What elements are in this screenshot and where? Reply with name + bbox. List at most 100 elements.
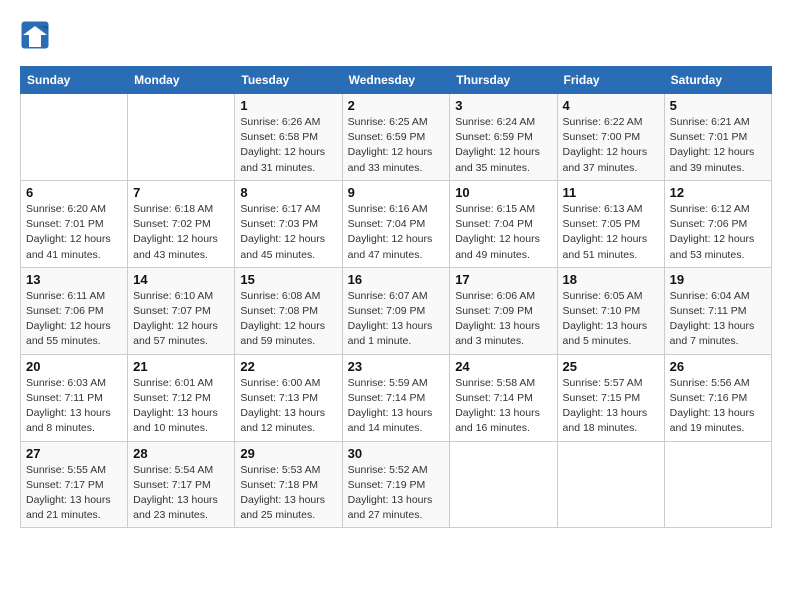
- day-number: 2: [348, 98, 445, 113]
- calendar-cell: 1 Sunrise: 6:26 AM Sunset: 6:58 PM Daylig…: [235, 94, 342, 181]
- day-detail: Sunrise: 5:59 AM Sunset: 7:14 PM Dayligh…: [348, 376, 445, 437]
- day-detail: Sunrise: 6:21 AM Sunset: 7:01 PM Dayligh…: [670, 115, 766, 176]
- calendar-cell: 23 Sunrise: 5:59 AM Sunset: 7:14 PM Dayli…: [342, 354, 450, 441]
- day-number: 8: [240, 185, 336, 200]
- day-detail: Sunrise: 6:04 AM Sunset: 7:11 PM Dayligh…: [670, 289, 766, 350]
- day-number: 24: [455, 359, 551, 374]
- day-number: 10: [455, 185, 551, 200]
- day-detail: Sunrise: 6:12 AM Sunset: 7:06 PM Dayligh…: [670, 202, 766, 263]
- calendar-cell: 18 Sunrise: 6:05 AM Sunset: 7:10 PM Dayli…: [557, 267, 664, 354]
- calendar-header: SundayMondayTuesdayWednesdayThursdayFrid…: [21, 67, 772, 94]
- calendar-cell: 11Sunrise: 6:13 AM Sunset: 7:05 PM Dayli…: [557, 180, 664, 267]
- day-number: 20: [26, 359, 122, 374]
- day-number: 19: [670, 272, 766, 287]
- day-detail: Sunrise: 5:52 AM Sunset: 7:19 PM Dayligh…: [348, 463, 445, 524]
- day-detail: Sunrise: 6:08 AM Sunset: 7:08 PM Dayligh…: [240, 289, 336, 350]
- week-row-5: 27 Sunrise: 5:55 AM Sunset: 7:17 PM Dayli…: [21, 441, 772, 528]
- calendar-cell: 30 Sunrise: 5:52 AM Sunset: 7:19 PM Dayli…: [342, 441, 450, 528]
- day-detail: Sunrise: 5:53 AM Sunset: 7:18 PM Dayligh…: [240, 463, 336, 524]
- day-number: 17: [455, 272, 551, 287]
- day-detail: Sunrise: 6:16 AM Sunset: 7:04 PM Dayligh…: [348, 202, 445, 263]
- day-detail: Sunrise: 6:05 AM Sunset: 7:10 PM Dayligh…: [563, 289, 659, 350]
- calendar-cell: 27 Sunrise: 5:55 AM Sunset: 7:17 PM Dayli…: [21, 441, 128, 528]
- day-number: 18: [563, 272, 659, 287]
- day-detail: Sunrise: 6:10 AM Sunset: 7:07 PM Dayligh…: [133, 289, 229, 350]
- day-detail: Sunrise: 6:18 AM Sunset: 7:02 PM Dayligh…: [133, 202, 229, 263]
- column-header-wednesday: Wednesday: [342, 67, 450, 94]
- day-detail: Sunrise: 6:00 AM Sunset: 7:13 PM Dayligh…: [240, 376, 336, 437]
- day-number: 25: [563, 359, 659, 374]
- calendar-cell: 8 Sunrise: 6:17 AM Sunset: 7:03 PM Daylig…: [235, 180, 342, 267]
- calendar-cell: 21 Sunrise: 6:01 AM Sunset: 7:12 PM Dayli…: [128, 354, 235, 441]
- day-number: 14: [133, 272, 229, 287]
- calendar-cell: 10 Sunrise: 6:15 AM Sunset: 7:04 PM Dayli…: [450, 180, 557, 267]
- calendar-cell: 6Sunrise: 6:20 AM Sunset: 7:01 PM Daylig…: [21, 180, 128, 267]
- column-header-saturday: Saturday: [664, 67, 771, 94]
- day-detail: Sunrise: 5:57 AM Sunset: 7:15 PM Dayligh…: [563, 376, 659, 437]
- day-detail: Sunrise: 6:20 AM Sunset: 7:01 PM Dayligh…: [26, 202, 122, 263]
- day-detail: Sunrise: 6:15 AM Sunset: 7:04 PM Dayligh…: [455, 202, 551, 263]
- week-row-1: 1 Sunrise: 6:26 AM Sunset: 6:58 PM Daylig…: [21, 94, 772, 181]
- calendar-cell: [557, 441, 664, 528]
- day-number: 3: [455, 98, 551, 113]
- column-header-monday: Monday: [128, 67, 235, 94]
- calendar-cell: 2 Sunrise: 6:25 AM Sunset: 6:59 PM Daylig…: [342, 94, 450, 181]
- day-number: 5: [670, 98, 766, 113]
- calendar-cell: 4 Sunrise: 6:22 AM Sunset: 7:00 PM Daylig…: [557, 94, 664, 181]
- calendar-cell: 22Sunrise: 6:00 AM Sunset: 7:13 PM Dayli…: [235, 354, 342, 441]
- week-row-4: 20 Sunrise: 6:03 AM Sunset: 7:11 PM Dayli…: [21, 354, 772, 441]
- calendar-cell: 29 Sunrise: 5:53 AM Sunset: 7:18 PM Dayli…: [235, 441, 342, 528]
- day-detail: Sunrise: 6:13 AM Sunset: 7:05 PM Dayligh…: [563, 202, 659, 263]
- day-number: 23: [348, 359, 445, 374]
- day-number: 9: [348, 185, 445, 200]
- day-detail: Sunrise: 6:01 AM Sunset: 7:12 PM Dayligh…: [133, 376, 229, 437]
- day-detail: Sunrise: 6:17 AM Sunset: 7:03 PM Dayligh…: [240, 202, 336, 263]
- day-number: 26: [670, 359, 766, 374]
- calendar-body: 1 Sunrise: 6:26 AM Sunset: 6:58 PM Daylig…: [21, 94, 772, 528]
- day-detail: Sunrise: 6:11 AM Sunset: 7:06 PM Dayligh…: [26, 289, 122, 350]
- logo: [20, 20, 54, 50]
- calendar-cell: 28 Sunrise: 5:54 AM Sunset: 7:17 PM Dayli…: [128, 441, 235, 528]
- calendar-cell: 16 Sunrise: 6:07 AM Sunset: 7:09 PM Dayli…: [342, 267, 450, 354]
- calendar-cell: 14 Sunrise: 6:10 AM Sunset: 7:07 PM Dayli…: [128, 267, 235, 354]
- column-header-sunday: Sunday: [21, 67, 128, 94]
- calendar-cell: 5 Sunrise: 6:21 AM Sunset: 7:01 PM Daylig…: [664, 94, 771, 181]
- calendar-cell: 17 Sunrise: 6:06 AM Sunset: 7:09 PM Dayli…: [450, 267, 557, 354]
- column-header-friday: Friday: [557, 67, 664, 94]
- calendar-table: SundayMondayTuesdayWednesdayThursdayFrid…: [20, 66, 772, 528]
- calendar-cell: 7Sunrise: 6:18 AM Sunset: 7:02 PM Daylig…: [128, 180, 235, 267]
- week-row-2: 6Sunrise: 6:20 AM Sunset: 7:01 PM Daylig…: [21, 180, 772, 267]
- day-number: 28: [133, 446, 229, 461]
- calendar-cell: 19 Sunrise: 6:04 AM Sunset: 7:11 PM Dayli…: [664, 267, 771, 354]
- day-detail: Sunrise: 5:58 AM Sunset: 7:14 PM Dayligh…: [455, 376, 551, 437]
- day-number: 30: [348, 446, 445, 461]
- day-number: 27: [26, 446, 122, 461]
- calendar-cell: [21, 94, 128, 181]
- day-detail: Sunrise: 6:25 AM Sunset: 6:59 PM Dayligh…: [348, 115, 445, 176]
- day-number: 29: [240, 446, 336, 461]
- day-number: 1: [240, 98, 336, 113]
- day-number: 4: [563, 98, 659, 113]
- day-number: 21: [133, 359, 229, 374]
- day-detail: Sunrise: 6:22 AM Sunset: 7:00 PM Dayligh…: [563, 115, 659, 176]
- day-number: 13: [26, 272, 122, 287]
- day-detail: Sunrise: 6:07 AM Sunset: 7:09 PM Dayligh…: [348, 289, 445, 350]
- page-header: [20, 20, 772, 50]
- day-detail: Sunrise: 6:06 AM Sunset: 7:09 PM Dayligh…: [455, 289, 551, 350]
- day-detail: Sunrise: 6:24 AM Sunset: 6:59 PM Dayligh…: [455, 115, 551, 176]
- calendar-cell: 20 Sunrise: 6:03 AM Sunset: 7:11 PM Dayli…: [21, 354, 128, 441]
- calendar-cell: 25 Sunrise: 5:57 AM Sunset: 7:15 PM Dayli…: [557, 354, 664, 441]
- column-header-thursday: Thursday: [450, 67, 557, 94]
- day-detail: Sunrise: 6:03 AM Sunset: 7:11 PM Dayligh…: [26, 376, 122, 437]
- calendar-cell: [128, 94, 235, 181]
- day-detail: Sunrise: 5:55 AM Sunset: 7:17 PM Dayligh…: [26, 463, 122, 524]
- day-number: 16: [348, 272, 445, 287]
- logo-icon: [20, 20, 50, 50]
- calendar-cell: 26Sunrise: 5:56 AM Sunset: 7:16 PM Dayli…: [664, 354, 771, 441]
- column-header-tuesday: Tuesday: [235, 67, 342, 94]
- day-detail: Sunrise: 6:26 AM Sunset: 6:58 PM Dayligh…: [240, 115, 336, 176]
- calendar-cell: 24 Sunrise: 5:58 AM Sunset: 7:14 PM Dayli…: [450, 354, 557, 441]
- day-detail: Sunrise: 5:54 AM Sunset: 7:17 PM Dayligh…: [133, 463, 229, 524]
- calendar-cell: 15Sunrise: 6:08 AM Sunset: 7:08 PM Dayli…: [235, 267, 342, 354]
- calendar-cell: [664, 441, 771, 528]
